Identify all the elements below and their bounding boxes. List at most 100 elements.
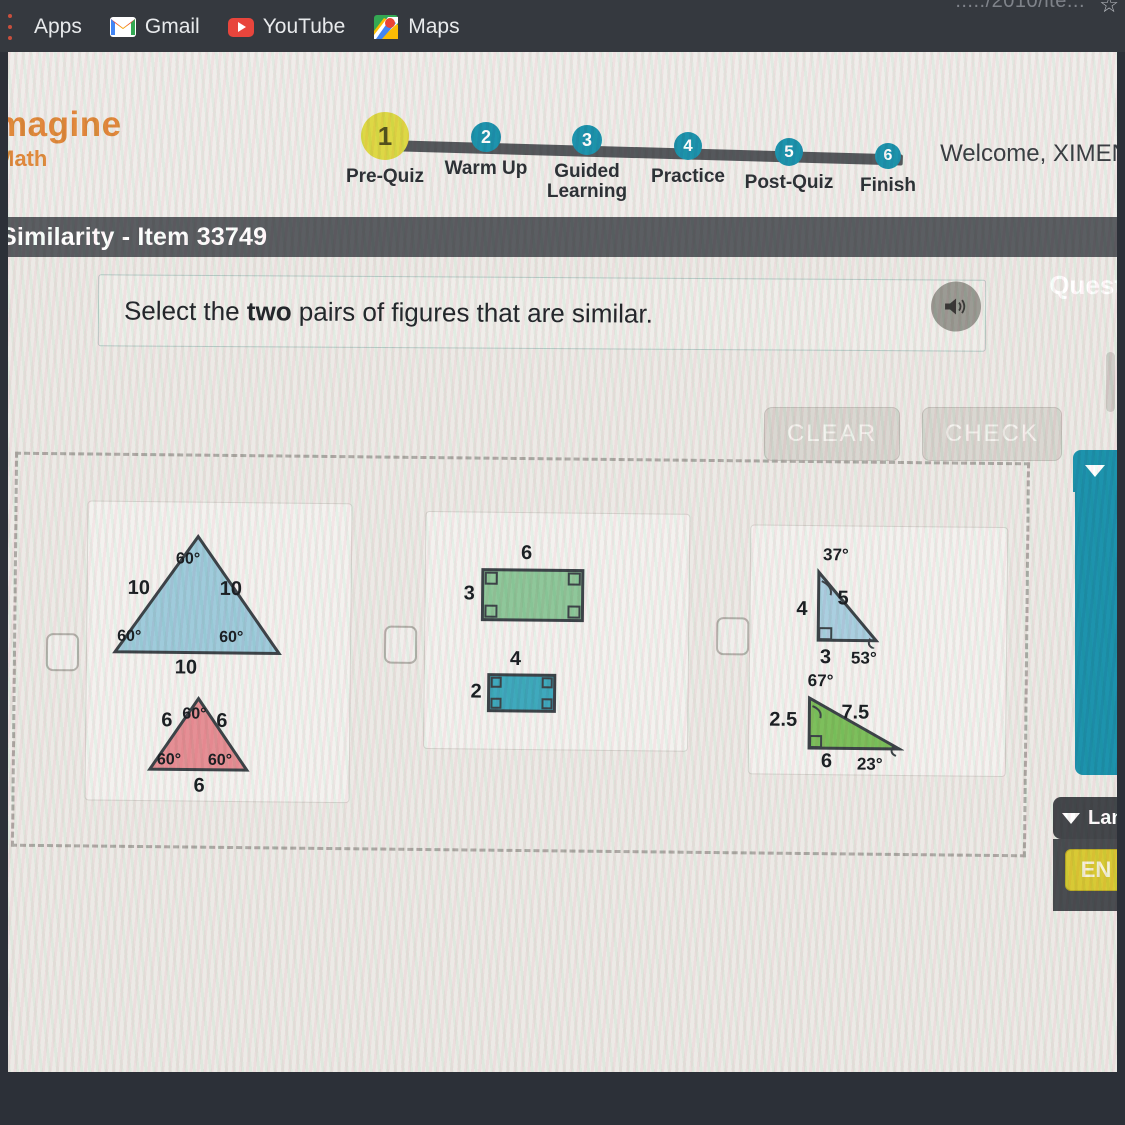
question-prompt: Select the two pairs of figures that are… (97, 274, 987, 352)
checkbox-card-1[interactable] (45, 633, 80, 672)
step-circle: 6 (875, 143, 901, 169)
step-number: 1 (377, 120, 393, 151)
step-label: Practice (651, 166, 725, 187)
figure-cards-row: 60° 10 10 60° 60° 10 60° 6 6 60° 60° 6 6… (14, 455, 1033, 861)
step-number: 5 (784, 142, 794, 161)
side-label: 6 (216, 709, 228, 732)
prompt-text: Select the two pairs of figures that are… (99, 295, 653, 329)
step-circle: 3 (572, 125, 602, 155)
bookmark-label: YouTube (262, 15, 346, 38)
maps-icon (373, 14, 399, 40)
progress-stepper: 1 Pre-Quiz 2 Warm Up 3 Guided Learning 4 (346, 110, 933, 210)
step-circle: 5 (775, 138, 803, 166)
width-label: 4 (509, 647, 522, 671)
angle-label: 60° (117, 627, 142, 646)
prompt-text-before: Select the (123, 294, 247, 326)
side-label: 6 (193, 774, 205, 797)
rectangle-small (486, 673, 557, 713)
angle-label: 53° (850, 648, 877, 668)
angle-label: 23° (856, 754, 883, 774)
angle-label: 67° (807, 671, 834, 691)
side-label: 3 (819, 646, 832, 669)
prompt-text-emphasis: two (246, 295, 292, 326)
chevron-down-icon (1085, 465, 1105, 477)
side-label: 10 (219, 577, 243, 601)
angle-label: 60° (175, 550, 201, 568)
gmail-icon (109, 14, 136, 40)
angle-label: 60° (156, 751, 182, 769)
step-circle: 1 (361, 112, 409, 160)
action-buttons: CLEAR CHECK (763, 407, 1062, 461)
clear-button[interactable]: CLEAR (763, 407, 900, 461)
figure-card-rectangles[interactable]: 6 3 4 2 (423, 510, 691, 752)
prompt-text-after: pairs of figures that are similar. (291, 295, 653, 329)
language-label: Lan (1088, 806, 1117, 829)
height-label: 2 (470, 680, 482, 703)
imagine-math-logo: magine Math (8, 107, 122, 170)
figure-card-right-triangles[interactable]: 37° 4 5 3 53° 67° 2.5 7.5 6 23° (747, 524, 1009, 778)
height-label: 3 (463, 582, 475, 605)
side-label: 5 (837, 587, 849, 610)
rectangle-large (480, 568, 585, 623)
checkbox-card-3[interactable] (716, 617, 750, 656)
figure-card-triangles-equilateral[interactable]: 60° 10 10 60° 60° 10 60° 6 6 60° 60° 6 (84, 500, 353, 804)
step-label: Guided Learning (546, 161, 628, 202)
bookmark-youtube[interactable]: YouTube (214, 10, 360, 44)
stepper-step-5[interactable]: 5 Post-Quiz (734, 138, 844, 193)
logo-primary-text: magine (8, 105, 122, 144)
app-header: magine Math Welcome, XIMENA 1 Pre-Quiz 2… (8, 52, 1117, 217)
angle-label: 60° (207, 751, 233, 769)
stepper-step-6[interactable]: 6 Finish (833, 143, 943, 196)
side-label: 10 (127, 576, 151, 600)
youtube-icon (227, 14, 254, 40)
side-label: 10 (174, 656, 198, 679)
step-label: Warm Up (444, 158, 528, 179)
angle-label: 37° (822, 545, 849, 565)
page-title: Similarity - Item 33749 (8, 222, 268, 251)
side-label: 6 (161, 709, 173, 732)
step-number: 4 (683, 136, 693, 155)
caret-down-icon (1062, 812, 1080, 824)
step-number: 3 (581, 129, 592, 150)
step-label: Post-Quiz (744, 172, 834, 193)
scrollbar-thumb[interactable] (1106, 352, 1115, 412)
stepper-step-2[interactable]: 2 Warm Up (431, 122, 541, 179)
bookmarks-bar: Apps Gmail YouTube Maps (0, 4, 1125, 50)
stepper-step-3[interactable]: 3 Guided Learning (532, 125, 642, 202)
stepper-step-1[interactable]: 1 Pre-Quiz (330, 112, 440, 187)
side-tool-panel[interactable] (1075, 450, 1117, 775)
language-dropdown-toggle[interactable]: Lan (1053, 797, 1117, 839)
step-circle: 2 (471, 122, 501, 152)
stepper-step-4[interactable]: 4 Practice (633, 132, 743, 187)
answer-drop-area: 60° 10 10 60° 60° 10 60° 6 6 60° 60° 6 6… (10, 451, 1033, 861)
welcome-message: Welcome, XIMENA (940, 140, 1117, 167)
side-label: 4 (796, 597, 808, 621)
language-value-button[interactable]: EN (1065, 849, 1117, 891)
bookmark-gmail[interactable]: Gmail (96, 10, 214, 44)
apps-grid-icon[interactable] (4, 14, 16, 40)
side-label: 2.5 (769, 708, 798, 731)
bookmark-maps[interactable]: Maps (359, 10, 473, 44)
checkbox-card-2[interactable] (383, 625, 418, 664)
app-page: magine Math Welcome, XIMENA 1 Pre-Quiz 2… (8, 52, 1117, 1072)
width-label: 6 (520, 542, 533, 565)
check-button[interactable]: CHECK (921, 407, 1062, 461)
item-title-bar: Similarity - Item 33749 (8, 217, 1117, 257)
step-number: 6 (883, 147, 893, 164)
bookmark-apps[interactable]: Apps (20, 11, 96, 43)
question-label: Quest (1049, 270, 1117, 300)
bookmark-label: Maps (408, 15, 460, 38)
side-panel-toggle[interactable] (1073, 450, 1117, 492)
step-label: Finish (860, 175, 916, 196)
step-number: 2 (480, 126, 491, 147)
angle-label: 60° (182, 705, 207, 723)
speaker-icon[interactable] (930, 281, 982, 332)
side-label: 7.5 (841, 701, 870, 724)
side-label: 6 (820, 750, 833, 773)
step-label: Pre-Quiz (345, 166, 425, 187)
bookmark-label: Gmail (144, 15, 200, 38)
step-circle: 4 (674, 132, 702, 160)
browser-toolbar: ...../2010/ite... ☆ Apps Gmail YouTube M… (0, 0, 1125, 52)
angle-label: 60° (219, 628, 244, 647)
bookmark-label: Apps (34, 15, 82, 38)
